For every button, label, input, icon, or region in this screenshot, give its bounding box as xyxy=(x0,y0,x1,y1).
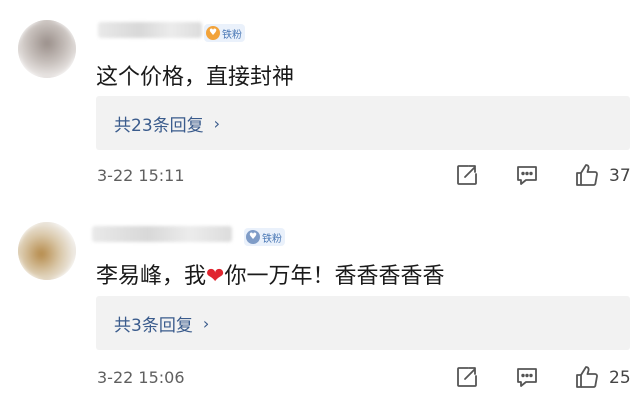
timestamp: 3-22 15:06 xyxy=(97,368,185,387)
reply-summary: 共3条回复 xyxy=(114,315,193,336)
username-blurred[interactable] xyxy=(92,226,232,242)
fan-medal-icon: ♥ xyxy=(206,26,220,40)
comment-text: 李易峰，我❤你一万年！香香香香香 xyxy=(96,258,444,290)
comment-text-part: 你一万年！香香香香香 xyxy=(224,264,445,289)
view-replies-button[interactable]: 共23条回复 › xyxy=(96,96,630,150)
forward-icon[interactable] xyxy=(454,364,480,390)
fan-badge-label: 铁粉 xyxy=(262,233,282,245)
comment-icon[interactable] xyxy=(514,364,540,390)
comment-text: 这个价格，直接封神 xyxy=(96,65,295,90)
comment-icon[interactable] xyxy=(514,162,540,188)
fan-badge: ♥ 铁粉 xyxy=(204,24,245,42)
comment-text-part: 李易峰，我 xyxy=(96,264,207,289)
reply-summary: 共23条回复 xyxy=(114,115,204,136)
timestamp: 3-22 15:11 xyxy=(97,166,185,185)
like-count: 25 xyxy=(609,368,631,388)
comment-item: ♥ 铁粉 这个价格，直接封神 共23条回复 › 3-22 15:11 37 xyxy=(0,0,640,204)
fan-badge: ♥ 铁粉 xyxy=(244,228,285,246)
thumbs-up-icon[interactable] xyxy=(574,162,600,188)
comment-meta-row: 3-22 15:06 25 xyxy=(0,362,640,392)
thumbs-up-icon[interactable] xyxy=(574,364,600,390)
view-replies-button[interactable]: 共3条回复 › xyxy=(96,296,630,350)
heart-icon: ❤ xyxy=(206,264,225,289)
chevron-right-icon: › xyxy=(213,113,221,133)
avatar[interactable] xyxy=(18,222,76,280)
chevron-right-icon: › xyxy=(202,313,210,333)
avatar[interactable] xyxy=(18,20,76,78)
fan-badge-label: 铁粉 xyxy=(222,29,242,41)
comment-meta-row: 3-22 15:11 37 xyxy=(0,160,640,190)
comment-item: ♥ 铁粉 李易峰，我❤你一万年！香香香香香 共3条回复 › 3-22 15:06 xyxy=(0,204,640,405)
username-blurred[interactable] xyxy=(98,22,202,38)
like-count: 37 xyxy=(609,166,631,186)
fan-medal-icon: ♥ xyxy=(246,230,260,244)
forward-icon[interactable] xyxy=(454,162,480,188)
